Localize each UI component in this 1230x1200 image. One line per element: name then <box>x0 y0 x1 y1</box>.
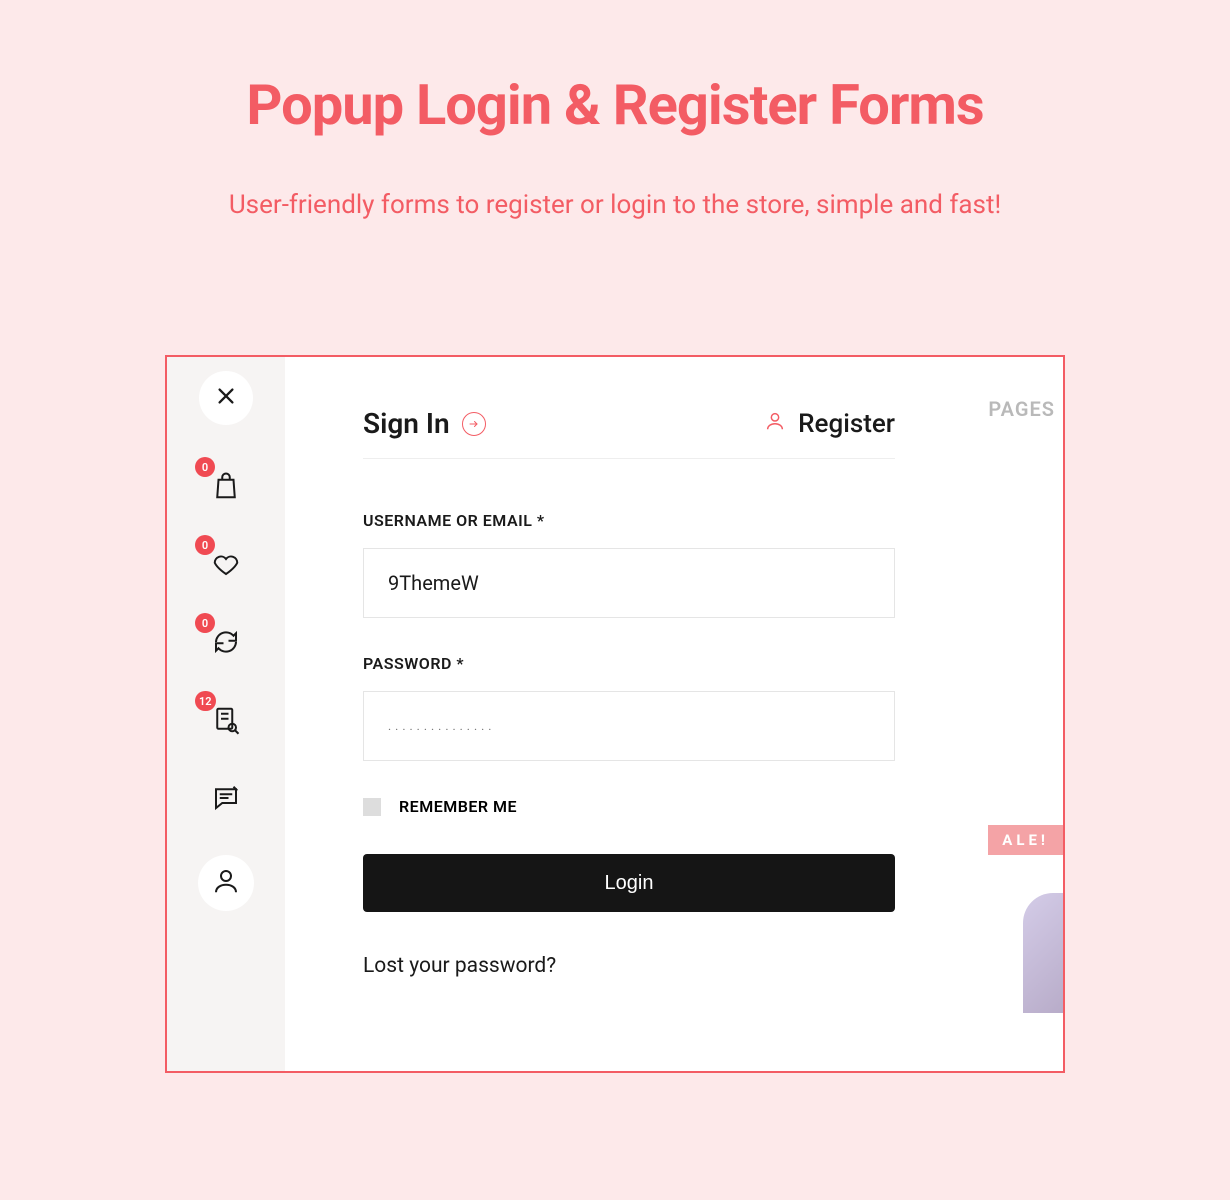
sidebar-compare[interactable]: 0 <box>203 621 249 667</box>
sale-badge: ALE! <box>988 825 1063 855</box>
lost-password-link[interactable]: Lost your password? <box>363 954 895 978</box>
orders-badge: 12 <box>195 691 216 711</box>
close-button[interactable] <box>199 371 253 425</box>
user-icon <box>211 866 241 900</box>
signin-label-text: Sign In <box>363 407 450 440</box>
login-panel: Sign In Register USERNAME OR EMAIL * PAS… <box>285 357 973 1071</box>
sidebar-cart[interactable]: 0 <box>203 465 249 511</box>
page-subtitle: User-friendly forms to register or login… <box>0 190 1230 220</box>
tab-register[interactable]: Register <box>764 409 895 439</box>
nav-pages-link[interactable]: PAGES <box>988 397 1055 421</box>
panel-tabs: Sign In Register <box>363 407 895 459</box>
username-input[interactable] <box>363 548 895 618</box>
arrow-right-circle-icon <box>462 412 486 436</box>
heart-icon <box>211 549 241 583</box>
page-title: Popup Login & Register Forms <box>0 0 1230 138</box>
refresh-icon <box>211 627 241 661</box>
wishlist-badge: 0 <box>195 535 215 555</box>
login-button[interactable]: Login <box>363 854 895 912</box>
close-icon <box>215 385 237 411</box>
review-icon <box>211 783 241 817</box>
sidebar-account[interactable] <box>198 855 254 911</box>
cart-badge: 0 <box>195 457 215 477</box>
remember-label-text: REMEMBER ME <box>399 797 517 816</box>
tab-signin[interactable]: Sign In <box>363 407 486 440</box>
bag-icon <box>211 471 241 505</box>
username-label: USERNAME OR EMAIL * <box>363 511 895 530</box>
sidebar-reviews[interactable] <box>203 777 249 823</box>
preview-frame: PAGES ALE! 0 0 0 12 <box>165 355 1065 1073</box>
remember-me[interactable]: REMEMBER ME <box>363 797 895 816</box>
user-outline-icon <box>764 409 786 439</box>
sidebar: 0 0 0 12 <box>167 357 285 1071</box>
product-image-fragment <box>1023 893 1063 1013</box>
password-label: PASSWORD * <box>363 654 895 673</box>
checkbox-icon[interactable] <box>363 798 381 816</box>
sidebar-orders[interactable]: 12 <box>203 699 249 745</box>
order-search-icon <box>211 705 241 739</box>
sidebar-wishlist[interactable]: 0 <box>203 543 249 589</box>
compare-badge: 0 <box>195 613 215 633</box>
register-label-text: Register <box>798 409 895 439</box>
background-content: PAGES ALE! <box>973 357 1063 1071</box>
password-input[interactable] <box>363 691 895 761</box>
